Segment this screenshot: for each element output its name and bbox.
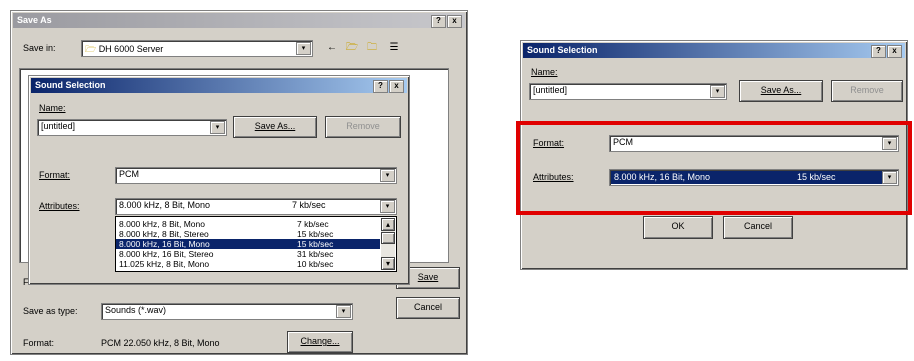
view-menu-icon[interactable]: ☰ <box>386 41 402 55</box>
remove-button[interactable]: Remove <box>831 80 903 102</box>
list-item[interactable]: 8.000 kHz, 8 Bit, Stereo 15 kb/sec <box>116 229 380 239</box>
list-item[interactable]: 8.000 kHz, 16 Bit, Stereo 31 kb/sec <box>116 249 380 259</box>
scroll-down-icon[interactable]: ▾ <box>381 257 395 270</box>
folder-icon: 🗁 <box>85 44 97 54</box>
remove-button-label: Remove <box>346 121 380 131</box>
attributes-value: 8.000 kHz, 8 Bit, Mono <box>119 200 211 210</box>
list-scrollbar[interactable]: ▴ ▾ <box>381 218 395 270</box>
list-item-attr: 8.000 kHz, 8 Bit, Mono <box>119 219 205 229</box>
list-item-rate: 7 kb/sec <box>297 219 329 229</box>
save-as-button[interactable]: Save As... <box>233 116 317 138</box>
list-item-rate: 15 kb/sec <box>297 229 334 239</box>
ok-button[interactable]: OK <box>643 216 713 239</box>
save-as-button-label: Save As... <box>760 85 802 95</box>
chevron-down-icon[interactable]: ▾ <box>296 42 311 55</box>
format-label: Format: <box>39 170 71 180</box>
save-type-select[interactable]: Sounds (*.wav) ▾ <box>101 303 353 320</box>
scroll-thumb[interactable] <box>381 232 395 244</box>
save-as-title: Save As <box>17 15 52 25</box>
attributes-rate: 7 kb/sec <box>292 200 326 210</box>
attributes-list-rows: 8.000 kHz, 8 Bit, Mono 7 kb/sec 8.000 kHz,… <box>116 219 380 269</box>
name-label: Name: <box>39 103 66 113</box>
cancel-button[interactable]: Cancel <box>723 216 793 239</box>
format-value: PCM 22.050 kHz, 8 Bit, Mono <box>101 338 220 348</box>
save-type-value: Sounds (*.wav) <box>105 305 167 315</box>
format-label: Format: <box>23 338 55 348</box>
list-item[interactable]: 8.000 kHz, 16 Bit, Mono 15 kb/sec <box>116 239 380 249</box>
cancel-button-label: Cancel <box>743 221 772 231</box>
change-button[interactable]: Change... <box>287 331 353 353</box>
save-as-titlebar: Save As ? x <box>13 13 465 28</box>
save-as-button-label: Save As... <box>254 121 296 131</box>
save-type-label: Save as type: <box>23 306 78 316</box>
format-select[interactable]: PCM ▾ <box>115 167 397 184</box>
remove-button[interactable]: Remove <box>325 116 401 138</box>
sound-selection-title: Sound Selection <box>35 80 106 90</box>
chevron-down-icon[interactable]: ▾ <box>710 85 725 98</box>
name-value: [untitled] <box>533 85 568 95</box>
cancel-button-label: Cancel <box>413 302 442 312</box>
save-button-label: Save <box>417 272 439 282</box>
new-folder-icon[interactable]: 🗀 <box>364 41 380 55</box>
save-in-select[interactable]: 🗁 DH 6000 Server ▾ <box>81 40 313 57</box>
name-value: [untitled] <box>41 121 76 131</box>
chevron-down-icon[interactable]: ▾ <box>380 169 395 182</box>
cancel-button[interactable]: Cancel <box>396 297 460 319</box>
list-item-attr: 11.025 kHz, 8 Bit, Mono <box>119 259 210 269</box>
list-item[interactable]: 11.025 kHz, 8 Bit, Mono 10 kb/sec <box>116 259 380 269</box>
save-in-value: DH 6000 Server <box>98 44 164 54</box>
up-folder-icon[interactable]: 🗁 <box>344 41 360 55</box>
format-value: PCM <box>119 169 139 179</box>
sound-selection-title: Sound Selection <box>527 45 598 55</box>
help-button[interactable]: ? <box>373 80 388 93</box>
back-arrow-icon[interactable]: ← <box>324 41 340 55</box>
sound-selection-dialog-left: Sound Selection ? x Name: [untitled] ▾ S… <box>28 75 410 285</box>
attributes-dropdown-list[interactable]: 8.000 kHz, 8 Bit, Mono 7 kb/sec 8.000 kHz,… <box>115 216 397 272</box>
highlight-box <box>516 121 912 215</box>
list-item-rate: 15 kb/sec <box>297 239 334 249</box>
remove-button-label: Remove <box>850 85 884 95</box>
list-item-attr: 8.000 kHz, 8 Bit, Stereo <box>119 229 209 239</box>
attributes-label: Attributes: <box>39 201 80 211</box>
help-button[interactable]: ? <box>431 15 446 28</box>
sound-selection-titlebar: Sound Selection ? x <box>523 43 905 58</box>
list-item-rate: 31 kb/sec <box>297 249 334 259</box>
name-select[interactable]: [untitled] ▾ <box>529 83 727 100</box>
name-label: Name: <box>531 67 558 77</box>
ok-button-label: OK <box>671 221 685 231</box>
save-as-button[interactable]: Save As... <box>739 80 823 102</box>
close-button[interactable]: x <box>389 80 404 93</box>
name-select[interactable]: [untitled] ▾ <box>37 119 227 136</box>
close-button[interactable]: x <box>447 15 462 28</box>
list-item-rate: 10 kb/sec <box>297 259 334 269</box>
change-button-label: Change... <box>300 336 340 346</box>
list-item-attr: 8.000 kHz, 16 Bit, Mono <box>119 239 210 249</box>
chevron-down-icon[interactable]: ▾ <box>380 200 395 213</box>
save-in-label: Save in: <box>23 43 56 53</box>
close-button[interactable]: x <box>887 45 902 58</box>
list-item[interactable]: 8.000 kHz, 8 Bit, Mono 7 kb/sec <box>116 219 380 229</box>
help-button[interactable]: ? <box>871 45 886 58</box>
chevron-down-icon[interactable]: ▾ <box>336 305 351 318</box>
chevron-down-icon[interactable]: ▾ <box>210 121 225 134</box>
attributes-select[interactable]: 8.000 kHz, 8 Bit, Mono 7 kb/sec ▾ <box>115 198 397 215</box>
sound-selection-titlebar: Sound Selection ? x <box>31 78 407 93</box>
scroll-up-icon[interactable]: ▴ <box>381 218 395 231</box>
list-item-attr: 8.000 kHz, 16 Bit, Stereo <box>119 249 214 259</box>
